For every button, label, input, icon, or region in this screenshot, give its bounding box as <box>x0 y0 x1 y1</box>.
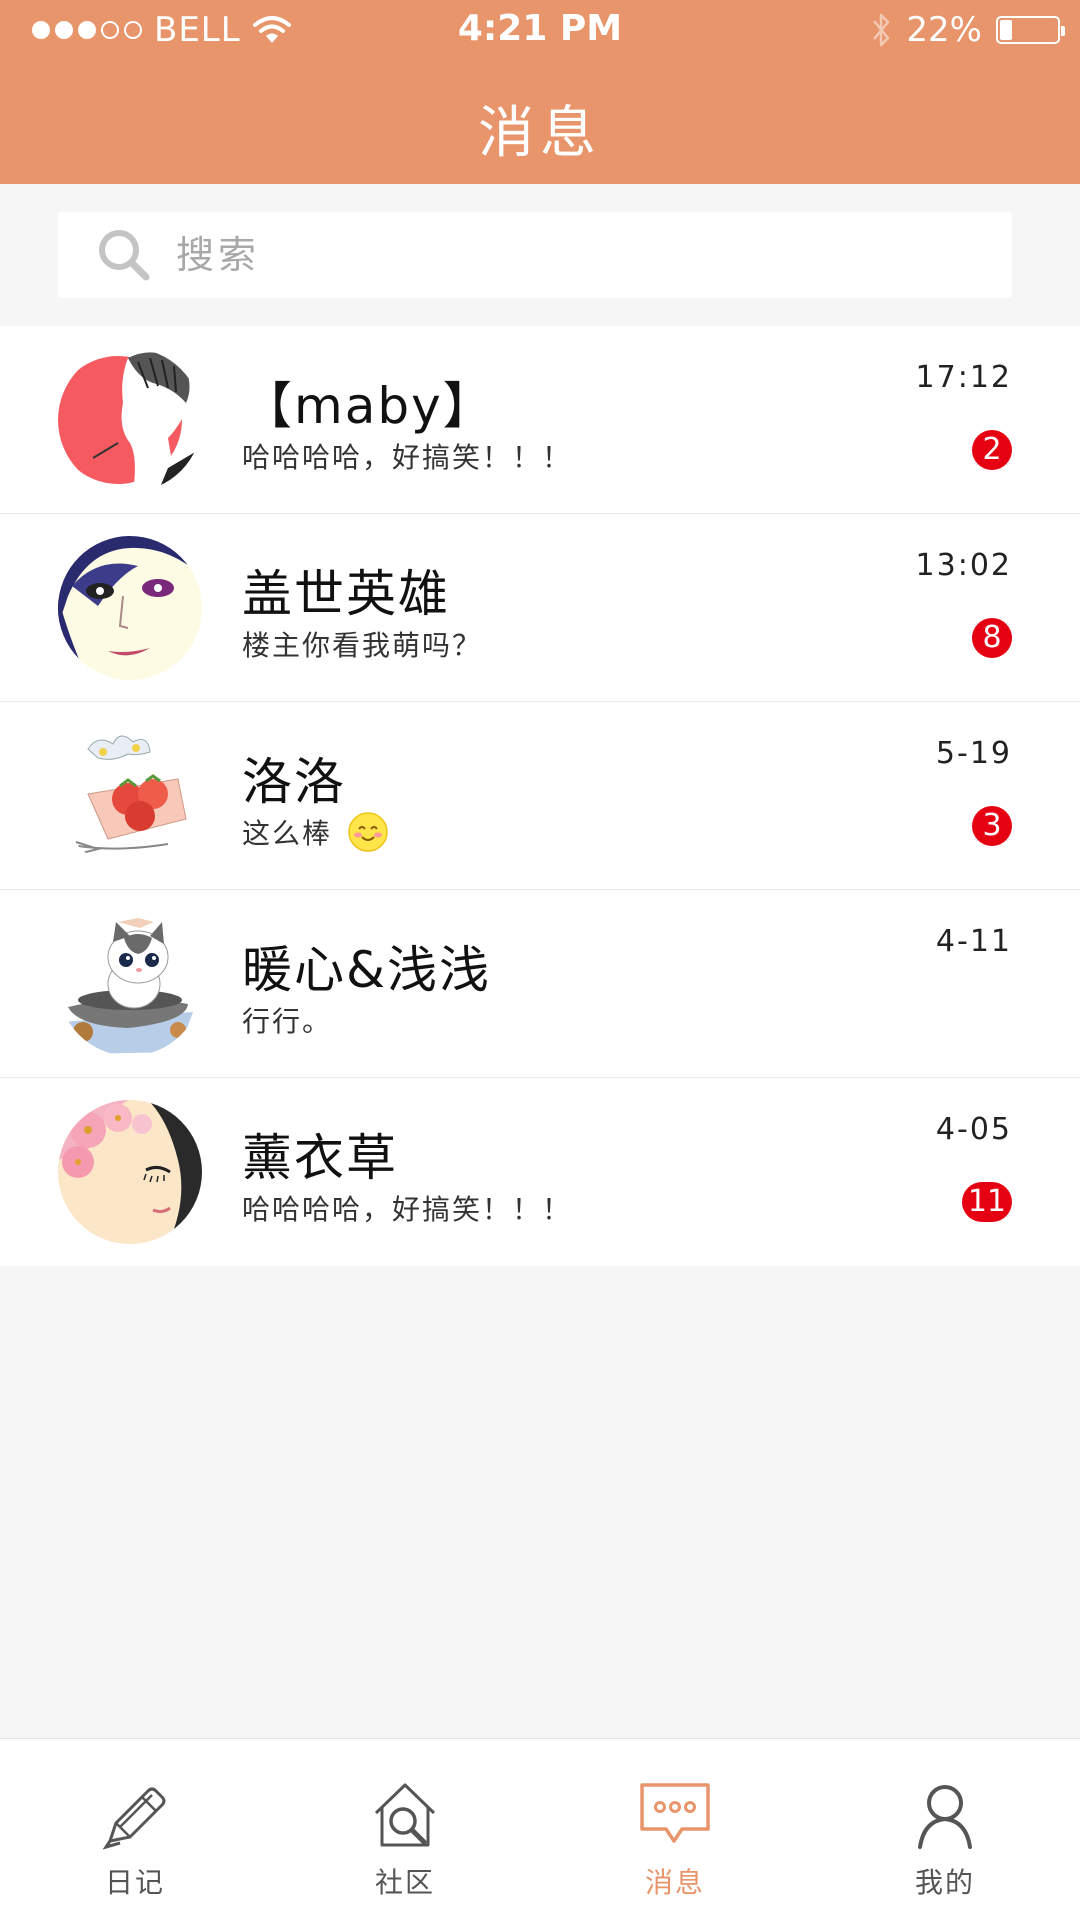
conversation-preview-text: 哈哈哈哈，好搞笑！！！ <box>242 1193 573 1226</box>
conversation-preview: 哈哈哈哈，好搞笑！！！ <box>242 436 572 476</box>
conversation-preview-text: 行行。 <box>242 1005 333 1038</box>
pencil-icon <box>102 1787 166 1850</box>
battery-icon <box>996 16 1065 44</box>
conversation-time: 4-11 <box>935 924 1012 959</box>
search-input[interactable] <box>174 225 954 285</box>
community-search-icon <box>374 1783 436 1847</box>
messages-screen: BELL 4:21 PM 22% 消息 搜索 【maby】 哈哈哈哈，好搞笑！！… <box>0 0 1080 1920</box>
tab-community[interactable]: 社区 <box>270 1739 540 1920</box>
unread-badge: 3 <box>972 806 1012 846</box>
tab-diary[interactable]: 日记 <box>0 1739 270 1920</box>
person-icon <box>918 1785 972 1849</box>
avatar-xunyicao[interactable] <box>58 1100 202 1244</box>
conversation-name: 盖世英雄 <box>242 565 450 623</box>
conversation-time: 17:12 <box>915 360 1012 395</box>
chat-bubble-icon <box>640 1783 710 1843</box>
conversation-item[interactable]: 薰衣草 哈哈哈哈，好搞笑！！！ 4-05 11 <box>0 1078 1080 1266</box>
conversation-time: 4-05 <box>935 1112 1012 1147</box>
conversation-preview-text: 楼主你看我萌吗？ <box>242 629 483 662</box>
conversation-preview-text: 哈哈哈哈，好搞笑！！！ <box>242 441 573 474</box>
conversation-time: 13:02 <box>915 548 1012 583</box>
conversation-item[interactable]: 盖世英雄 楼主你看我萌吗？ 13:02 8 <box>0 514 1080 702</box>
tab-label: 日记 <box>104 1866 165 1899</box>
bluetooth-icon <box>873 13 890 47</box>
conversation-list: 【maby】 哈哈哈哈，好搞笑！！！ 17:12 2 盖世英雄 楼主你看我萌吗？… <box>0 326 1080 1266</box>
conversation-item[interactable]: 暖心&浅浅 行行。 4-11 <box>0 890 1080 1078</box>
tab-bar: 日记 社区 消息 我的 <box>0 1738 1080 1920</box>
avatar-gaishiyingxiong[interactable] <box>58 536 202 680</box>
avatar-luoluo[interactable] <box>58 724 202 868</box>
battery-fill <box>1000 20 1013 40</box>
conversation-preview: 楼主你看我萌吗？ <box>242 624 482 664</box>
search-icon <box>99 230 150 281</box>
conversation-item[interactable]: 洛洛 这么棒 5-19 3 <box>0 702 1080 890</box>
conversation-name: 薰衣草 <box>242 1129 398 1187</box>
unread-badge: 8 <box>972 618 1012 658</box>
conversation-preview: 哈哈哈哈，好搞笑！！！ <box>242 1188 572 1228</box>
conversation-preview: 行行。 <box>242 1000 332 1040</box>
search-area <box>0 184 1080 326</box>
search-box[interactable] <box>58 212 1012 298</box>
conversation-time: 5-19 <box>935 736 1012 771</box>
unread-badge: 11 <box>961 1182 1012 1222</box>
conversation-name: 洛洛 <box>242 753 346 811</box>
page-title: 消息 <box>478 101 602 166</box>
avatar-nuanxin[interactable] <box>58 912 202 1056</box>
status-right: 22% <box>870 10 1065 50</box>
header: BELL 4:21 PM 22% 消息 <box>0 0 1080 184</box>
unread-badge: 2 <box>972 430 1012 470</box>
tab-profile[interactable]: 我的 <box>810 1739 1080 1920</box>
tab-label: 我的 <box>914 1866 975 1899</box>
conversation-preview-text: 这么棒 <box>242 817 333 850</box>
avatar-maby[interactable] <box>58 348 202 492</box>
tab-label: 消息 <box>644 1866 705 1899</box>
conversation-name: 【maby】 <box>242 377 495 435</box>
tab-messages[interactable]: 消息 <box>540 1739 810 1920</box>
status-bar: BELL 4:21 PM 22% <box>0 0 1080 64</box>
conversation-item[interactable]: 【maby】 哈哈哈哈，好搞笑！！！ 17:12 2 <box>0 326 1080 514</box>
conversation-preview: 这么棒 <box>242 812 388 852</box>
battery-percent: 22% <box>906 10 982 50</box>
smiley-emoji-icon <box>348 812 388 852</box>
conversation-name: 暖心&浅浅 <box>242 941 491 999</box>
tab-label: 社区 <box>374 1866 435 1899</box>
